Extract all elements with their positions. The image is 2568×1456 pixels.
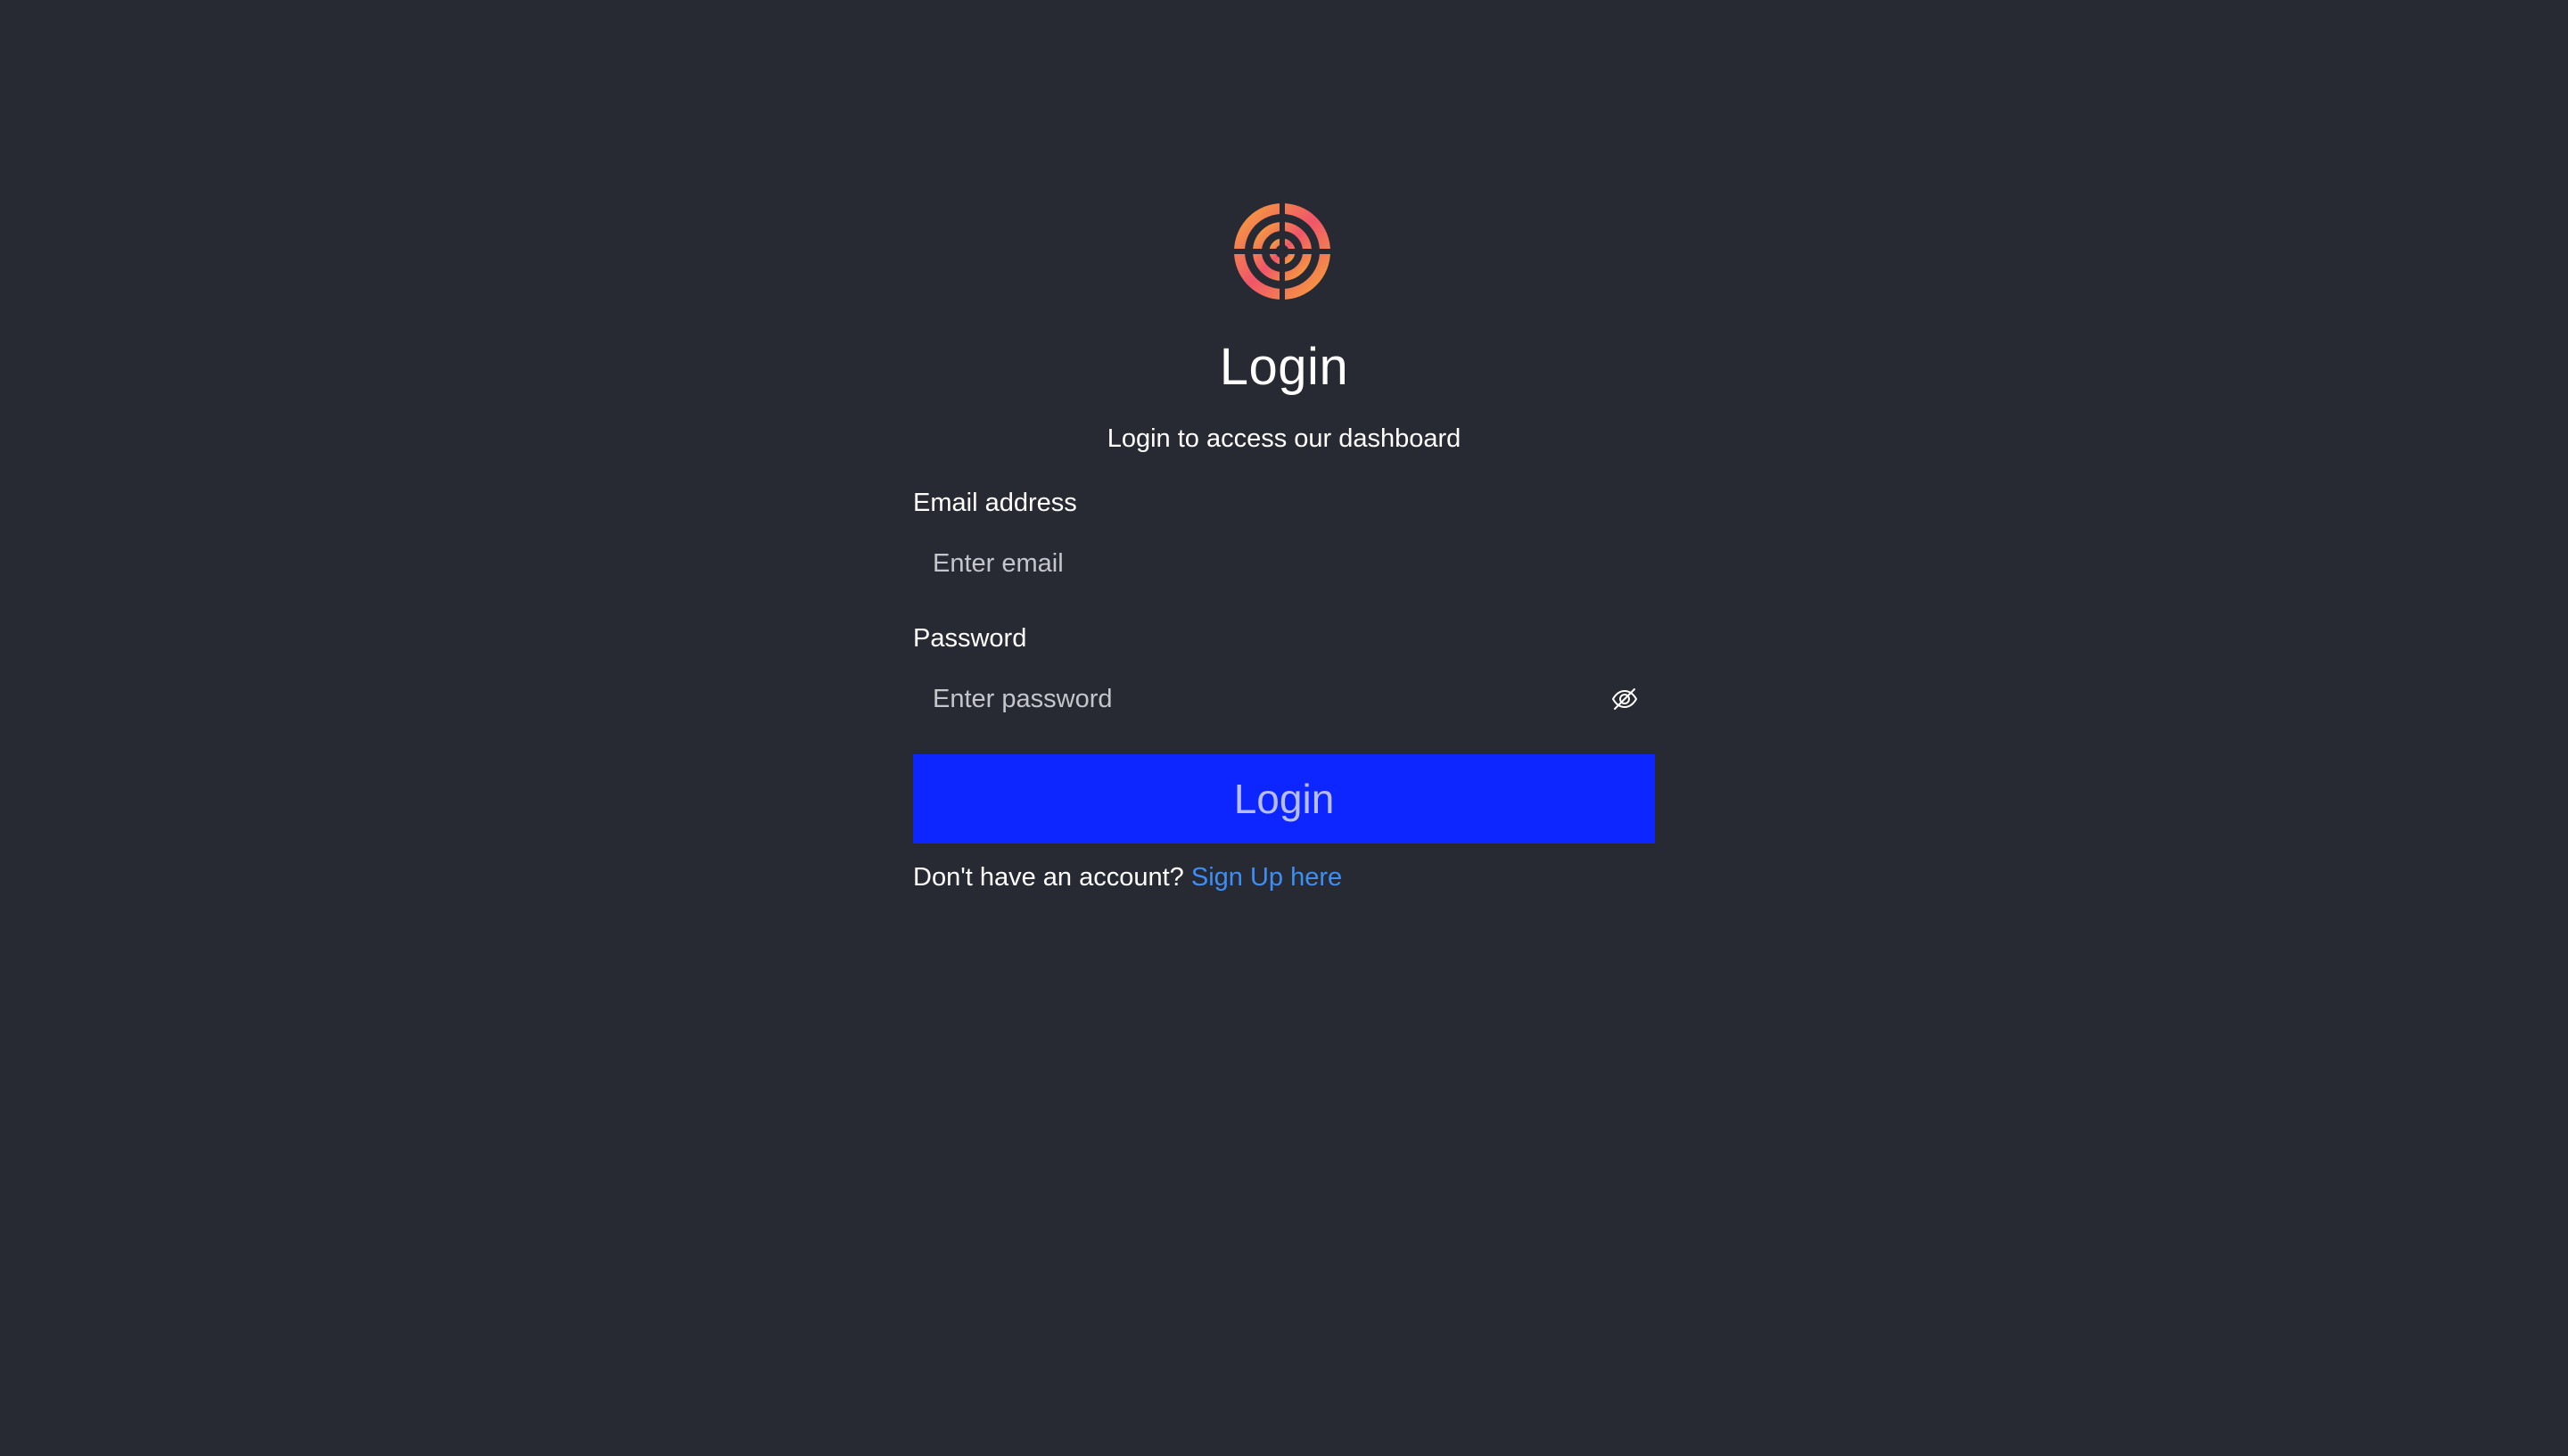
page-title: Login	[1219, 338, 1349, 396]
login-button[interactable]: Login	[913, 754, 1655, 843]
page-subtitle: Login to access our dashboard	[1107, 424, 1461, 453]
signup-prompt-text: Don't have an account?	[913, 863, 1184, 892]
password-field[interactable]	[913, 667, 1655, 731]
eye-slash-icon[interactable]	[1610, 685, 1639, 713]
email-label: Email address	[913, 489, 1077, 517]
password-field-container	[913, 667, 1655, 731]
target-logo-icon	[1234, 203, 1330, 300]
login-page: Login Login to access our dashboard Emai…	[0, 0, 2568, 1456]
signup-link[interactable]: Sign Up here	[1191, 863, 1342, 892]
email-field-container	[913, 531, 1655, 596]
email-field[interactable]	[913, 531, 1655, 596]
signup-prompt: Don't have an account? Sign Up here	[913, 860, 1342, 895]
password-label: Password	[913, 624, 1027, 653]
